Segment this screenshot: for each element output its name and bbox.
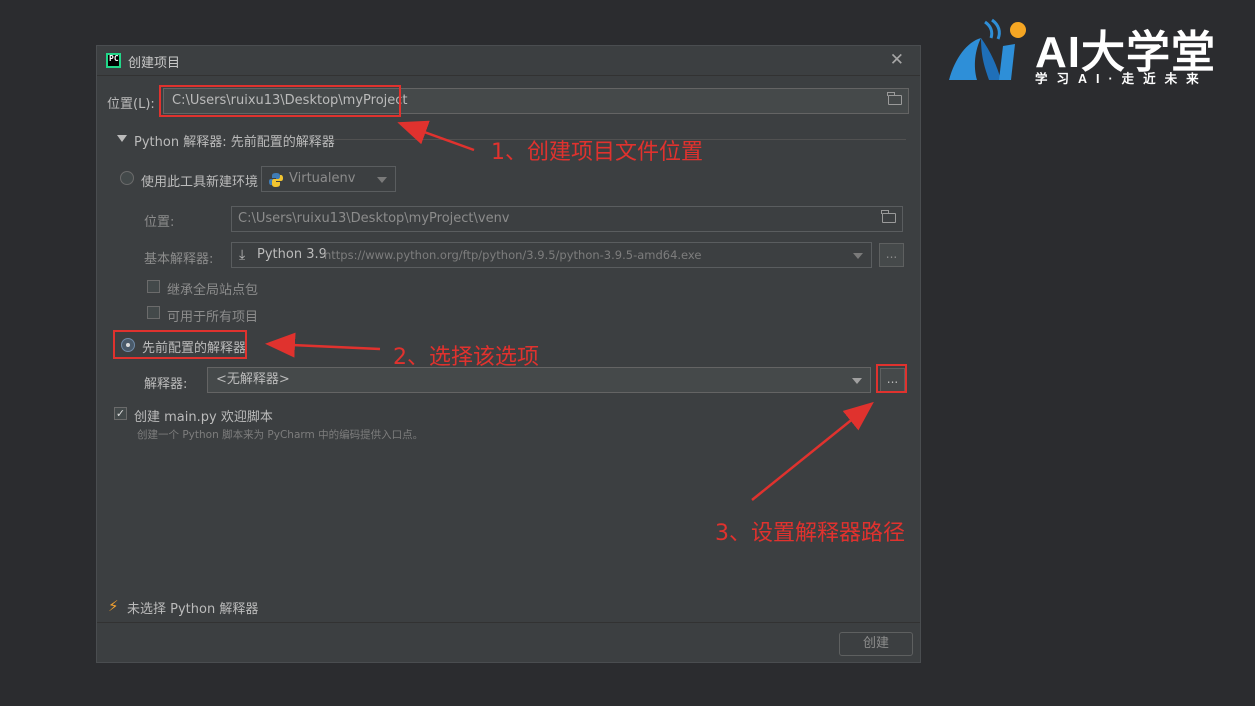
arrow-2 [265, 332, 381, 358]
annotation-step1: 1、创建项目文件位置 [491, 140, 703, 165]
annotation-arrows [265, 120, 874, 501]
arrow-1 [397, 120, 475, 152]
annotation-step3: 3、设置解释器路径 [715, 521, 905, 546]
arrow-3 [751, 401, 874, 501]
annotation-step2: 2、选择该选项 [393, 345, 539, 370]
